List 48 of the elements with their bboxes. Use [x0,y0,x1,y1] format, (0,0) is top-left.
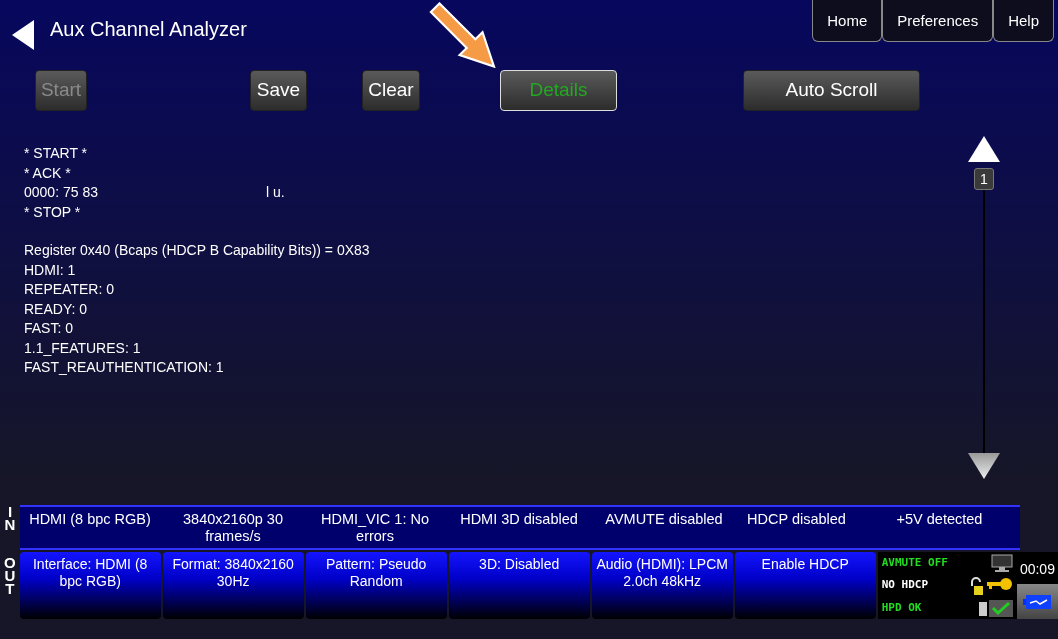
monitor-icon [990,554,1013,572]
output-button[interactable]: Interface: HDMI (8 bpc RGB) [19,552,161,619]
log-line: READY: 0 [24,299,88,319]
log-line: * START * [24,144,88,163]
nav-tab[interactable]: Home [812,0,883,42]
indicator-text: HPD OK [881,599,922,616]
status-text: AVMUTE disabled [604,510,724,529]
status-text: 3840x2160p 30 frames/s [182,510,284,546]
status-text: HDCP disabled [746,510,847,529]
clock-text: 00:09 [1016,552,1058,584]
back-icon[interactable] [12,20,36,50]
ascii-text: l u. [265,183,285,202]
out-label: OUT [3,553,17,599]
in-label: IN [3,505,17,535]
output-button[interactable]: Format: 3840x2160 30Hz [162,552,304,619]
toolbar-button[interactable]: Save [250,70,307,111]
toolbar-button[interactable]: Clear [362,70,420,111]
log-line: 1.1_FEATURES: 1 [24,338,141,358]
output-button[interactable]: Audio (HDMI): LPCM 2.0ch 48kHz [591,552,733,619]
status-text: HDMI_VIC 1: No errors [320,510,430,546]
scroll-down-icon[interactable] [968,453,1000,479]
key-icon [986,576,1013,591]
log-line: FAST_REAUTHENTICATION: 1 [24,358,224,377]
log-line: REPEATER: 0 [24,280,114,299]
log-line: * ACK * [24,163,71,183]
output-button[interactable]: Pattern: Pseudo Random [305,552,447,619]
page-number: 1 [974,168,994,190]
battery-icon [1023,594,1052,609]
indicator-text: NO HDCP [881,577,929,594]
nav-tab[interactable]: Preferences [882,0,994,42]
log-line: 0000: 75 83 [24,183,98,202]
nav-tab[interactable]: Help [993,0,1054,42]
toolbar-button[interactable]: Auto Scroll [743,70,920,111]
status-text: HDMI 3D disabled [459,510,579,529]
log-line: Register 0x40 (Bcaps (HDCP B Capability Bits)) = 0X83 [24,241,370,260]
padlock-icon [968,576,983,595]
indicator-text: AVMUTE OFF [881,554,948,571]
scroll-track[interactable] [983,190,985,453]
output-button[interactable]: Enable HDCP [734,552,876,619]
log-line: FAST: 0 [24,319,74,338]
output-button[interactable]: 3D: Disabled [448,552,590,619]
checkbox-icon [978,599,1013,617]
log-line: * STOP * [24,202,81,222]
status-text: HDMI (8 bpc RGB) [28,510,152,529]
scroll-up-icon[interactable] [968,136,1000,162]
log-line: HDMI: 1 [24,260,76,280]
status-text: +5V detected [895,510,984,529]
window-title: Aux Channel Analyzer [50,17,247,42]
